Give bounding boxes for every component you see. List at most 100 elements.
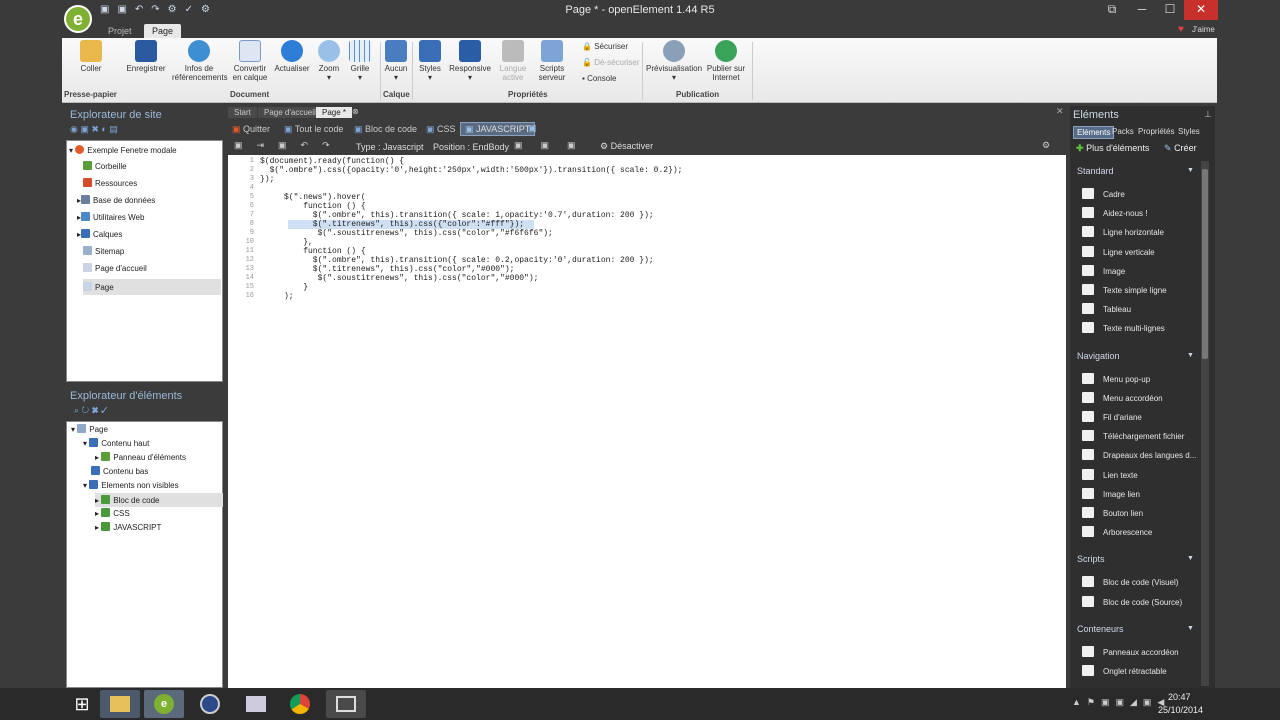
tab-properties[interactable]: Propriétés bbox=[1138, 127, 1174, 136]
app-taskbar-icon[interactable] bbox=[236, 690, 276, 718]
minimize-button[interactable]: ─ bbox=[1128, 0, 1156, 20]
element-item[interactable]: Panneaux accordéon bbox=[1082, 645, 1179, 657]
styles-button[interactable]: Styles ▾ bbox=[416, 40, 444, 82]
code-text[interactable]: $(document).ready(function() { $(".ombre… bbox=[260, 157, 682, 301]
toolbar-icons[interactable]: ▣⇥▣↶↷ bbox=[234, 140, 344, 151]
publish-button[interactable]: Publier sur Internet bbox=[704, 40, 748, 82]
el-tree-javascript[interactable]: ▸ JAVASCRIPT bbox=[95, 522, 161, 532]
tree-item-trash[interactable]: Corbeille bbox=[83, 161, 127, 171]
element-item[interactable]: Image bbox=[1082, 264, 1125, 276]
element-item[interactable]: Arborescence bbox=[1082, 526, 1152, 538]
javascript-button[interactable]: ▣ JAVASCRIPT bbox=[460, 122, 536, 136]
vpn-taskbar-icon[interactable] bbox=[190, 690, 230, 718]
code-line[interactable]: function () { bbox=[260, 247, 682, 256]
clock-time[interactable]: 20:47 bbox=[1168, 692, 1191, 702]
tab-elements[interactable]: Eléments bbox=[1073, 126, 1115, 139]
seo-info-button[interactable]: Infos de référencements bbox=[172, 40, 228, 82]
section-standard[interactable]: Standard ▼ bbox=[1077, 166, 1194, 176]
code-line[interactable]: $(".soustitrenews", this).css("color","#… bbox=[260, 274, 682, 283]
code-block-button[interactable]: ▣ Bloc de code bbox=[354, 124, 417, 135]
pin-icon[interactable]: ⊥ bbox=[1204, 109, 1212, 120]
el-tree-bottom-content[interactable]: Contenu bas bbox=[91, 466, 148, 476]
openelement-taskbar-icon[interactable]: e bbox=[144, 690, 184, 718]
restore-icon[interactable]: ⧉ bbox=[1098, 0, 1126, 20]
code-line[interactable]: $(".titrenews", this).css("color","#000"… bbox=[260, 265, 682, 274]
code-line[interactable]: $(".soustitrenews", this).css("color","#… bbox=[260, 229, 682, 238]
element-item[interactable]: Bouton lien bbox=[1082, 507, 1143, 518]
element-item[interactable]: Onglet rétractable bbox=[1082, 665, 1167, 676]
element-item[interactable]: Fil d'ariane bbox=[1082, 411, 1142, 422]
element-item[interactable]: Drapeaux des langues d... bbox=[1082, 449, 1196, 461]
element-item[interactable]: Téléchargement fichier bbox=[1082, 430, 1184, 442]
tree-item-web-utilities[interactable]: ▸ Utilitaires Web bbox=[77, 212, 144, 222]
element-item[interactable]: Cadre bbox=[1082, 188, 1125, 199]
system-tray-icons[interactable]: ▲⚑▣▣◢▣◀ bbox=[1072, 697, 1170, 708]
scrollbar-thumb[interactable] bbox=[1202, 169, 1208, 359]
tab-projet[interactable]: Projet bbox=[100, 24, 140, 38]
tree-item-home-page[interactable]: Page d'accueil bbox=[83, 263, 147, 273]
element-item[interactable]: Aidez-nous ! bbox=[1082, 207, 1147, 219]
css-button[interactable]: ▣ CSS bbox=[426, 124, 456, 135]
code-line[interactable]: $(".titrenews", this).css({"color":"#fff… bbox=[260, 220, 682, 229]
tree-root[interactable]: ▾ Exemple Fenetre modale bbox=[69, 145, 177, 155]
tree-item-page[interactable]: Page bbox=[83, 279, 221, 295]
element-item[interactable]: Ligne verticale bbox=[1082, 245, 1155, 257]
el-tree-css[interactable]: ▸ CSS bbox=[95, 508, 130, 518]
quit-button[interactable]: ▣ Quitter bbox=[232, 124, 270, 135]
chrome-taskbar-icon[interactable] bbox=[280, 690, 320, 718]
zoom-button[interactable]: Zoom ▾ bbox=[316, 40, 342, 82]
close-tab-icon[interactable]: ⊗ bbox=[352, 107, 359, 116]
element-item[interactable]: Tableau bbox=[1082, 303, 1131, 315]
code-line[interactable]: ); bbox=[260, 292, 682, 301]
save-button[interactable]: Enregistrer bbox=[124, 40, 168, 73]
code-line[interactable]: $(".ombre", this).transition({ scale: 1,… bbox=[260, 211, 682, 220]
element-item[interactable]: Ligne horizontale bbox=[1082, 226, 1164, 238]
section-conteneurs[interactable]: Conteneurs ▼ bbox=[1077, 624, 1194, 634]
refresh-button[interactable]: Actualiser bbox=[274, 40, 310, 73]
code-line[interactable]: }); bbox=[260, 175, 682, 184]
doc-tab-home[interactable]: Page d'accueil bbox=[258, 107, 322, 118]
tab-page[interactable]: Page bbox=[144, 24, 182, 38]
el-tree-code-block[interactable]: ▸ Bloc de code bbox=[95, 493, 223, 507]
element-item[interactable]: Menu accordéon bbox=[1082, 391, 1163, 403]
explorer-taskbar-icon[interactable] bbox=[100, 690, 140, 718]
tree-item-sitemap[interactable]: Sitemap bbox=[83, 246, 124, 256]
section-scripts[interactable]: Scripts ▼ bbox=[1077, 554, 1194, 564]
edit-icon[interactable]: ▣ bbox=[528, 123, 537, 134]
settings-icon[interactable]: ⚙ bbox=[1042, 140, 1050, 151]
disable-button[interactable]: ⚙ Désactiver bbox=[600, 141, 653, 152]
element-item[interactable]: Lien texte bbox=[1082, 468, 1138, 480]
element-item[interactable]: Texte multi-lignes bbox=[1082, 322, 1165, 334]
code-editor[interactable]: 1 2 3 4 5 6 7 8 9 10 11 12 13 14 15 16 $(document).read… bbox=[228, 155, 1066, 688]
code-line[interactable] bbox=[260, 184, 682, 193]
code-line[interactable]: $(".ombre", this).transition({ scale: 0.… bbox=[260, 256, 682, 265]
more-elements-button[interactable]: ✚ Plus d'éléments bbox=[1076, 143, 1149, 154]
element-item[interactable]: Image lien bbox=[1082, 487, 1140, 499]
app-logo[interactable]: e bbox=[64, 5, 92, 33]
maximize-button[interactable]: ☐ bbox=[1156, 0, 1184, 20]
window-taskbar-icon[interactable] bbox=[326, 690, 366, 718]
responsive-button[interactable]: Responsive ▾ bbox=[449, 40, 491, 82]
el-tree-elements-panel[interactable]: ▸ Panneau d'éléments bbox=[95, 452, 186, 462]
element-item[interactable]: Bloc de code (Source) bbox=[1082, 595, 1182, 607]
server-scripts-button[interactable]: Scripts serveur bbox=[534, 40, 570, 82]
scrollbar[interactable] bbox=[1201, 161, 1209, 686]
element-item[interactable]: Bloc de code (Visuel) bbox=[1082, 576, 1178, 588]
doc-tab-start[interactable]: Start bbox=[228, 107, 257, 118]
create-button[interactable]: ✎ Créer bbox=[1164, 143, 1197, 154]
el-tree-page[interactable]: ▾ Page bbox=[71, 424, 108, 434]
doc-tab-page[interactable]: Page * bbox=[316, 107, 353, 118]
unsecure-button[interactable]: 🔓 Dé-sécuriser bbox=[582, 58, 640, 67]
code-line[interactable]: function () { bbox=[260, 202, 682, 211]
close-doc-icon[interactable]: ✕ bbox=[1056, 106, 1064, 117]
code-line[interactable]: $(".news").hover( bbox=[260, 193, 682, 202]
start-button[interactable]: ⊞ bbox=[62, 690, 102, 718]
code-line[interactable]: }, bbox=[260, 238, 682, 247]
secure-button[interactable]: 🔒 Sécuriser bbox=[582, 42, 628, 51]
tree-item-layers[interactable]: ▸ Calques bbox=[77, 229, 122, 239]
grid-button[interactable]: Grille ▾ bbox=[346, 40, 374, 82]
code-line[interactable]: } bbox=[260, 283, 682, 292]
paste-button[interactable]: Coller bbox=[74, 40, 108, 73]
clock-date[interactable]: 25/10/2014 bbox=[1158, 705, 1203, 715]
tab-styles[interactable]: Styles bbox=[1178, 127, 1200, 136]
